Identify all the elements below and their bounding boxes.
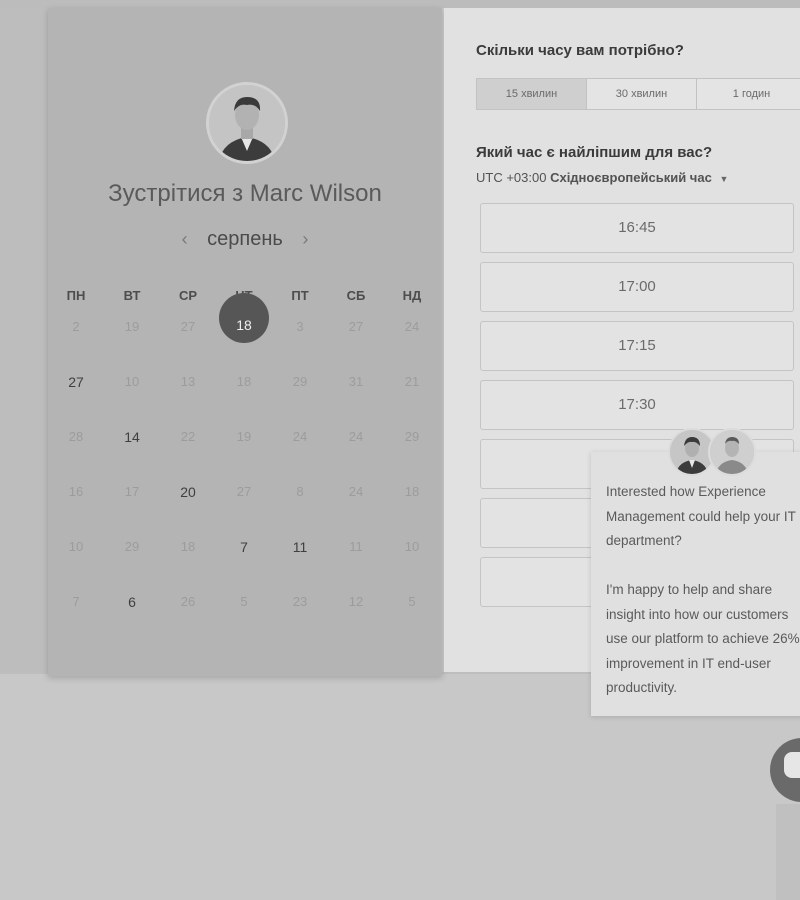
calendar-day: 8 — [296, 484, 304, 499]
calendar-day: 5 — [408, 594, 416, 609]
calendar-day: 27 — [236, 484, 252, 499]
weekday-sun: НД — [402, 288, 422, 303]
chat-message-line — [606, 554, 800, 579]
calendar-day: 11 — [349, 539, 363, 554]
calendar-day-available[interactable]: 11 — [272, 527, 328, 567]
calendar-day: 24 — [404, 319, 420, 334]
host-title: Зустрітися з Marc Wilson — [108, 180, 382, 207]
weekday-sat: СБ — [346, 288, 366, 303]
duration-selector: 15 хвилин 30 хвилин 1 годин — [476, 78, 800, 110]
calendar-day: 24 — [292, 429, 308, 444]
duration-option-60[interactable]: 1 годин — [697, 79, 800, 109]
chat-bubble-shape — [784, 752, 800, 778]
time-slot[interactable]: 17:15 — [480, 321, 794, 371]
chat-message-line: improvement in IT end-user — [606, 655, 771, 671]
timezone-selector[interactable]: UTC +03:00 Східноєвропейський час ▼ — [476, 170, 728, 185]
calendar-day: 18 — [404, 484, 420, 499]
calendar-day: 10 — [68, 539, 84, 554]
chevron-right-icon[interactable]: › — [302, 229, 308, 249]
calendar-day: 3 — [296, 319, 304, 334]
timezone-offset: UTC +03:00 — [476, 170, 547, 185]
calendar-day-available[interactable]: 14 — [104, 417, 160, 457]
chat-message-line: department? — [606, 533, 682, 548]
calendar-day: 12 — [348, 594, 364, 609]
calendar-day-selected[interactable]: 18 — [216, 305, 272, 345]
calendar-day: 10 — [404, 539, 420, 554]
calendar-day: 13 — [180, 374, 196, 389]
weekday-fri: ПТ — [291, 288, 309, 303]
duration-question: Скільки часу вам потрібно? — [476, 42, 684, 59]
time-slot[interactable]: 17:30 — [480, 380, 794, 430]
weekday-mon: ПН — [66, 288, 86, 303]
weekday-wed: СР — [178, 288, 198, 303]
duration-option-15[interactable]: 15 хвилин — [477, 79, 587, 109]
calendar-day-available[interactable]: 6 — [104, 582, 160, 622]
calendar-day: 27 — [348, 319, 364, 334]
chat-message: Interested how Experience Management cou… — [606, 480, 800, 701]
calendar-day: 2 — [72, 319, 80, 334]
calendar-day: 29 — [292, 374, 308, 389]
calendar-day: 21 — [404, 374, 420, 389]
month-label: серпень — [207, 228, 283, 250]
calendar-day-available[interactable]: 7 — [216, 527, 272, 567]
chat-message-line: insight into how our customers — [606, 606, 789, 622]
caret-down-icon: ▼ — [719, 174, 729, 184]
left-background — [0, 8, 48, 672]
chevron-left-icon[interactable]: ‹ — [182, 229, 188, 249]
calendar-day: 29 — [404, 429, 420, 444]
chat-message-line: Management could help your IT — [606, 508, 796, 524]
calendar-day-available[interactable]: 27 — [48, 362, 104, 402]
chat-message-line: use our platform to achieve 26% — [606, 631, 800, 646]
timezone-name: Східноєвропейський час — [550, 170, 712, 185]
calendar-day: 24 — [348, 429, 364, 444]
chat-message-line: Interested how Experience — [606, 484, 766, 499]
calendar-day: 28 — [68, 429, 84, 444]
calendar-day: 16 — [68, 484, 84, 499]
calendar-day: 31 — [348, 374, 364, 389]
calendar-day: 19 — [236, 429, 252, 444]
calendar-day: 18 — [236, 374, 252, 389]
calendar-day-available[interactable]: 20 — [160, 472, 216, 512]
duration-option-30[interactable]: 30 хвилин — [587, 79, 697, 109]
month-navigation: ‹ серпень › — [48, 228, 442, 251]
time-slot[interactable]: 16:45 — [480, 203, 794, 253]
agent-avatar — [708, 428, 756, 476]
calendar-day: 24 — [348, 484, 364, 499]
calendar-day: 26 — [180, 594, 196, 609]
calendar-day: 27 — [180, 319, 196, 334]
time-question: Який час є найліпшим для вас? — [476, 144, 713, 161]
time-slot[interactable]: 17:00 — [480, 262, 794, 312]
calendar-day: 22 — [180, 429, 196, 444]
calendar-day: 10 — [124, 374, 140, 389]
calendar-day: 18 — [180, 539, 196, 554]
chat-message-line: productivity. — [606, 680, 678, 695]
chat-message-line: I'm happy to help and share — [606, 582, 773, 597]
scrollbar-track — [776, 804, 800, 900]
weekday-tue: ВТ — [123, 288, 141, 303]
calendar-day: 7 — [72, 594, 80, 609]
calendar-day: 19 — [124, 319, 140, 334]
host-avatar — [206, 82, 288, 164]
calendar-day: 5 — [240, 594, 248, 609]
calendar-day: 17 — [124, 484, 140, 499]
calendar-panel: Зустрітися з Marc Wilson ‹ серпень › ПН … — [48, 8, 442, 676]
calendar-day: 23 — [292, 594, 308, 609]
chat-popover[interactable]: Interested how Experience Management cou… — [591, 452, 800, 716]
calendar-day: 29 — [124, 539, 140, 554]
top-strip — [0, 0, 800, 8]
